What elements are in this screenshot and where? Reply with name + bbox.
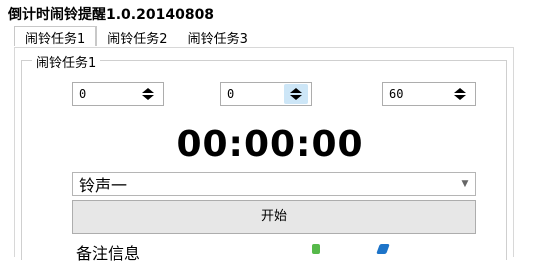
triangle-down-icon[interactable] <box>142 95 154 100</box>
triangle-up-icon[interactable] <box>290 88 302 93</box>
countdown-display: 00:00:00 <box>176 124 364 165</box>
ringtone-select[interactable]: 铃声一 ▼ <box>72 172 476 196</box>
hours-spin-buttons[interactable] <box>136 84 160 104</box>
window-title: 倒计时闹铃提醒1.0.20140808 <box>8 7 215 23</box>
seconds-value[interactable]: 60 <box>383 87 448 101</box>
task-group-label: 闹铃任务1 <box>32 52 101 71</box>
tab-bar: 闹铃任务1 闹铃任务2 闹铃任务3 <box>14 26 258 48</box>
triangle-down-icon[interactable] <box>454 95 466 100</box>
tab-task-1[interactable]: 闹铃任务1 <box>14 26 97 47</box>
hours-value[interactable]: 0 <box>73 87 136 101</box>
tab-task-3[interactable]: 闹铃任务3 <box>178 26 258 47</box>
minutes-spinbox[interactable]: 0 <box>220 82 312 106</box>
triangle-up-icon[interactable] <box>454 88 466 93</box>
chevron-down-icon[interactable]: ▼ <box>455 179 475 189</box>
triangle-down-icon[interactable] <box>290 95 302 100</box>
decorative-green-icon <box>312 244 320 254</box>
tab-task-2[interactable]: 闹铃任务2 <box>97 26 177 47</box>
minutes-value[interactable]: 0 <box>221 87 284 101</box>
start-button[interactable]: 开始 <box>72 200 476 234</box>
notes-label: 备注信息 <box>76 244 141 263</box>
minutes-spin-buttons[interactable] <box>284 84 308 104</box>
hours-spinbox[interactable]: 0 <box>72 82 164 106</box>
seconds-spin-buttons[interactable] <box>448 84 472 104</box>
seconds-spinbox[interactable]: 60 <box>382 82 476 106</box>
ringtone-selected-value[interactable]: 铃声一 <box>73 172 455 196</box>
triangle-up-icon[interactable] <box>142 88 154 93</box>
